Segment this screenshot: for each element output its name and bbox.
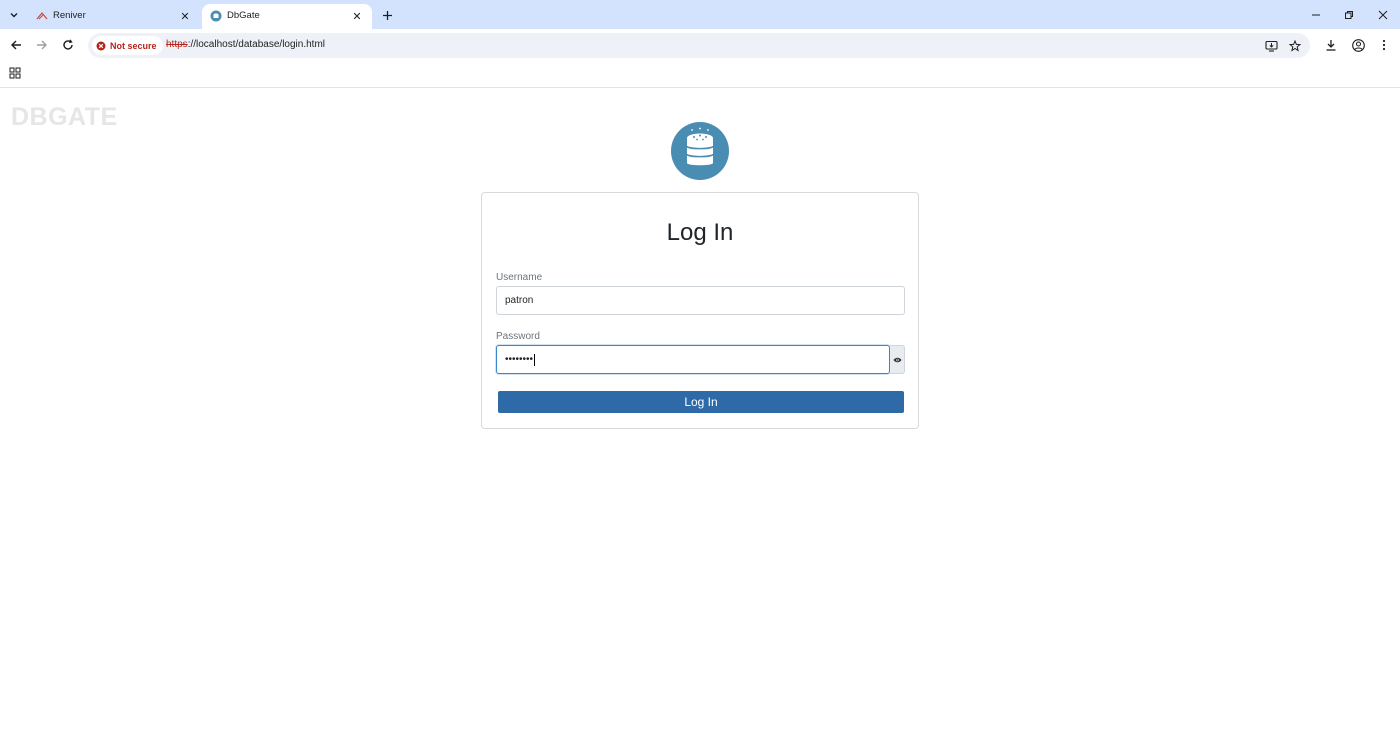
reniver-icon xyxy=(36,10,48,22)
plus-icon xyxy=(382,10,392,20)
tab-reniver[interactable]: Reniver ✕ xyxy=(28,4,200,29)
page-content: DBGATE Log In Username patron Password •… xyxy=(0,88,1400,752)
username-value: patron xyxy=(505,295,534,306)
chevron-down-icon xyxy=(10,13,18,18)
browser-toolbar: Not secure https://localhost/database/lo… xyxy=(0,29,1400,62)
apps-grid-icon[interactable] xyxy=(9,67,21,79)
downloads-button[interactable] xyxy=(1323,37,1339,53)
profile-icon xyxy=(1351,38,1365,52)
dbgate-logo-icon xyxy=(671,122,729,180)
minimize-icon xyxy=(1312,14,1320,16)
reload-icon xyxy=(63,39,73,50)
forward-button[interactable] xyxy=(34,37,50,53)
warning-icon xyxy=(96,41,106,50)
install-app-button[interactable] xyxy=(1264,39,1278,53)
text-caret xyxy=(534,353,536,366)
password-input[interactable]: •••••••• xyxy=(496,345,890,374)
show-password-button[interactable] xyxy=(890,345,905,374)
close-icon xyxy=(1378,10,1388,20)
close-icon[interactable]: ✕ xyxy=(178,9,192,23)
close-icon[interactable]: ✕ xyxy=(350,9,364,23)
download-icon xyxy=(1326,40,1336,51)
install-icon xyxy=(1264,40,1278,52)
url-scheme: https xyxy=(166,39,188,50)
tab-dbgate[interactable]: DbGate ✕ xyxy=(202,4,372,29)
tab-strip: Reniver ✕ DbGate ✕ xyxy=(0,0,1400,29)
arrow-right-icon xyxy=(37,40,47,50)
address-bar[interactable]: Not secure https://localhost/database/lo… xyxy=(88,33,1310,58)
security-chip[interactable]: Not secure xyxy=(92,36,163,55)
close-window-button[interactable] xyxy=(1374,6,1392,24)
restore-icon xyxy=(1345,11,1353,19)
profile-button[interactable] xyxy=(1350,37,1366,53)
bookmark-star-button[interactable] xyxy=(1288,39,1302,53)
bookmarks-bar xyxy=(0,62,1400,88)
tab-search-button[interactable] xyxy=(4,5,24,25)
reload-button[interactable] xyxy=(60,37,76,53)
tab-title: Reniver xyxy=(53,10,86,21)
dbgate-icon xyxy=(210,10,222,22)
login-title: Log In xyxy=(666,219,734,246)
back-button[interactable] xyxy=(8,37,24,53)
username-input[interactable]: patron xyxy=(496,286,905,315)
brand-watermark: DBGATE xyxy=(11,103,118,131)
menu-button[interactable] xyxy=(1376,37,1392,53)
arrow-left-icon xyxy=(11,40,21,50)
new-tab-button[interactable] xyxy=(378,6,396,24)
url-path: ://localhost/database/login.html xyxy=(187,39,325,50)
restore-button[interactable] xyxy=(1340,6,1358,24)
eye-icon xyxy=(893,357,901,362)
star-icon xyxy=(1289,40,1301,52)
url-text[interactable]: https://localhost/database/login.html xyxy=(166,39,325,50)
more-vert-icon xyxy=(1382,39,1386,51)
password-label: Password xyxy=(496,331,540,342)
username-label: Username xyxy=(496,272,543,283)
login-card: Log In Username patron Password ••••••••… xyxy=(481,192,919,429)
tab-title: DbGate xyxy=(227,10,260,21)
login-button[interactable]: Log In xyxy=(498,391,904,413)
minimize-button[interactable] xyxy=(1307,6,1325,24)
security-chip-label: Not secure xyxy=(110,40,157,51)
password-value: •••••••• xyxy=(505,354,534,365)
